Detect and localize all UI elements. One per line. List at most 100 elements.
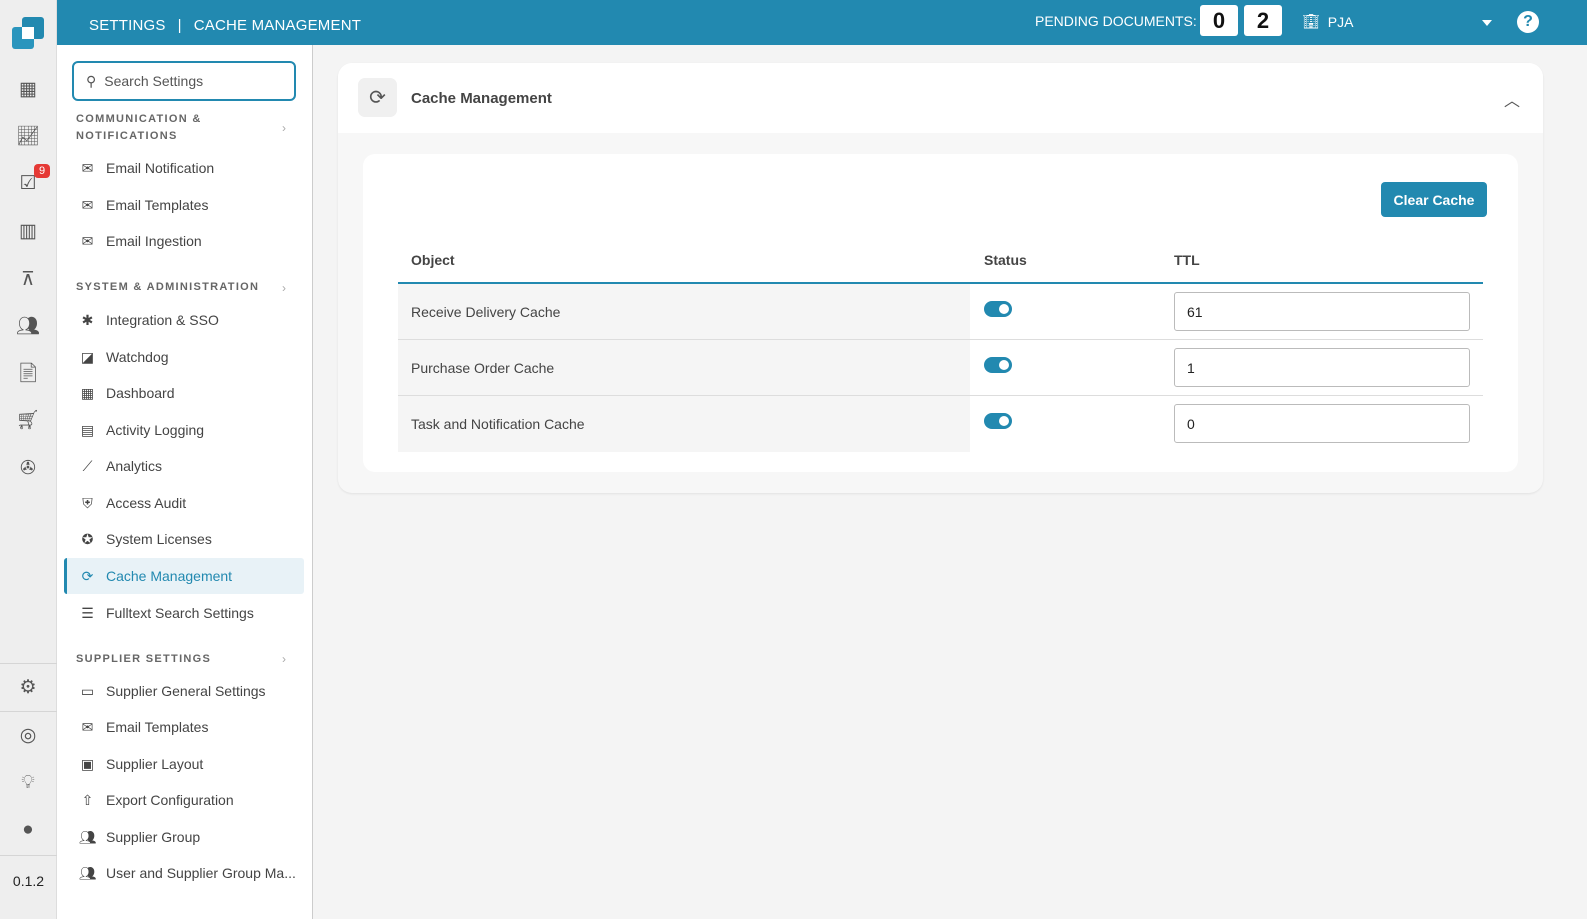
document-check-icon[interactable]: 📄︎ <box>16 361 40 385</box>
column-header-status: Status <box>984 252 1027 268</box>
section-communication[interactable]: COMMUNICATION & NOTIFICATIONS <box>76 111 216 145</box>
help-icon[interactable]: ? <box>1517 11 1539 33</box>
panel-header[interactable]: ⟳ Cache Management ︿ <box>338 63 1543 133</box>
breadcrumb: SETTINGS | CACHE MANAGEMENT <box>89 17 362 34</box>
section-supplier[interactable]: SUPPLIER SETTINGS <box>76 651 211 668</box>
sidebar-item-integration[interactable]: ✱ Integration & SSO <box>64 302 304 338</box>
version-label: 0.1.2 <box>12 873 45 889</box>
sidebar-item-watchdog[interactable]: ◪ Watchdog <box>64 339 304 375</box>
item-label: Access Audit <box>106 495 187 511</box>
users-icon[interactable]: 👥︎ <box>16 314 40 338</box>
item-label: Dashboard <box>106 385 175 401</box>
sidebar-item-supplier-general[interactable]: ▭ Supplier General Settings <box>64 673 304 709</box>
lightbulb-icon[interactable]: 💡︎ <box>16 771 40 795</box>
search-input[interactable]: ⚲ Search Settings <box>72 61 296 101</box>
sync-icon: ⟳ <box>81 567 94 584</box>
search-placeholder: Search Settings <box>104 73 204 89</box>
divider <box>0 711 57 712</box>
table-row: Task and Notification Cache <box>398 396 1483 452</box>
brand-icon[interactable]: ✇ <box>16 456 40 480</box>
panel-title: Cache Management <box>411 90 552 107</box>
item-label: Email Templates <box>106 197 209 213</box>
sidebar-item-dashboard[interactable]: ▦ Dashboard <box>64 375 304 411</box>
gear-icon[interactable]: ⚙ <box>16 675 40 699</box>
shield-icon: ⛨ <box>82 494 93 511</box>
item-label: Email Templates <box>106 719 209 735</box>
sidebar-item-cache-management[interactable]: ⟳ Cache Management <box>64 558 304 594</box>
group-icon: 👥︎ <box>78 828 97 845</box>
table-row: Purchase Order Cache <box>398 340 1483 396</box>
item-label: Supplier General Settings <box>106 683 266 699</box>
chevron-right-icon[interactable]: › <box>282 121 286 135</box>
pending-digit: 2 <box>1244 5 1282 36</box>
sidebar-item-supplier-group[interactable]: 👥︎ Supplier Group <box>64 819 304 855</box>
sidebar-item-supplier-email-templates[interactable]: ✉ Email Templates <box>64 709 304 745</box>
object-name: Purchase Order Cache <box>398 340 970 395</box>
clear-cache-button[interactable]: Clear Cache <box>1381 182 1487 217</box>
pending-digit: 0 <box>1200 5 1238 36</box>
settings-sidebar: ⚲ Search Settings COMMUNICATION & NOTIFIC… <box>57 45 313 919</box>
sync-icon: ⟳ <box>358 78 397 117</box>
sidebar-item-email-ingestion[interactable]: ✉ Email Ingestion <box>64 223 304 259</box>
app-logo[interactable] <box>12 17 44 49</box>
support-icon[interactable]: ◎ <box>16 723 40 747</box>
table-row: Receive Delivery Cache <box>398 284 1483 340</box>
hierarchy-icon[interactable]: ⊼ <box>16 267 40 291</box>
chevron-down-icon[interactable] <box>1482 20 1492 31</box>
line-chart-icon[interactable]: 📈︎ <box>16 124 40 148</box>
icon-rail: ▦ 📈︎ ☑ 9 ▥ ⊼ 👥︎ 📄︎ 🛒︎ ✇ ⚙ ◎ 💡︎ ● 0.1.2 <box>0 0 57 919</box>
item-label: Analytics <box>106 458 163 474</box>
status-toggle[interactable] <box>984 357 1012 373</box>
license-icon: ✪ <box>81 530 94 547</box>
status-toggle[interactable] <box>984 301 1012 317</box>
sidebar-item-export-configuration[interactable]: ⇧ Export Configuration <box>64 782 304 818</box>
bar-chart-icon[interactable]: ▥ <box>16 219 40 243</box>
layout-icon: ▣ <box>80 755 95 772</box>
item-label: User and Supplier Group Ma... <box>106 865 296 881</box>
log-search-icon: ▤ <box>80 421 95 438</box>
building-icon: 🏢︎ <box>1302 13 1320 29</box>
section-system[interactable]: SYSTEM & ADMINISTRATION <box>76 279 259 296</box>
ttl-input[interactable] <box>1174 348 1470 387</box>
item-label: Email Ingestion <box>106 233 202 249</box>
account-icon[interactable]: ● <box>16 818 40 842</box>
breadcrumb-settings[interactable]: SETTINGS <box>89 17 166 34</box>
column-header-ttl: TTL <box>1174 252 1200 268</box>
item-label: Email Notification <box>106 160 215 176</box>
divider <box>0 855 57 856</box>
item-label: Export Configuration <box>106 792 234 808</box>
ttl-input[interactable] <box>1174 404 1470 443</box>
breadcrumb-page: CACHE MANAGEMENT <box>193 17 362 34</box>
item-label: Supplier Group <box>106 829 201 845</box>
sidebar-item-system-licenses[interactable]: ✪ System Licenses <box>64 521 304 557</box>
status-toggle[interactable] <box>984 413 1012 429</box>
dashboard-icon: ▦ <box>80 384 95 401</box>
store-icon: ▭ <box>80 682 95 699</box>
sidebar-item-fulltext-search[interactable]: ☰ Fulltext Search Settings <box>64 595 304 631</box>
cart-icon[interactable]: 🛒︎ <box>16 408 40 432</box>
mail-forward-icon: ✉ <box>81 232 94 249</box>
mail-edit-icon: ✉ <box>81 196 94 213</box>
item-label: Fulltext Search Settings <box>106 605 254 621</box>
org-selector[interactable]: 🏢︎ PJA <box>1302 13 1353 30</box>
sidebar-item-email-notification[interactable]: ✉ Email Notification <box>64 150 304 186</box>
sidebar-item-email-templates[interactable]: ✉ Email Templates <box>64 187 304 223</box>
item-label: Watchdog <box>106 349 169 365</box>
line-chart-icon: ⟋ <box>82 457 93 474</box>
sidebar-item-analytics[interactable]: ⟋ Analytics <box>64 448 304 484</box>
top-bar: SETTINGS | CACHE MANAGEMENT PENDING DOCUME… <box>57 0 1587 45</box>
sidebar-item-user-supplier-group[interactable]: 👥︎ User and Supplier Group Ma... <box>64 855 304 891</box>
group-swap-icon: 👥︎ <box>78 864 97 881</box>
chevron-up-icon[interactable]: ︿ <box>1504 87 1520 111</box>
object-name: Task and Notification Cache <box>398 396 970 452</box>
sidebar-item-access-audit[interactable]: ⛨ Access Audit <box>64 485 304 521</box>
chevron-right-icon[interactable]: › <box>282 281 286 295</box>
sidebar-item-supplier-layout[interactable]: ▣ Supplier Layout <box>64 746 304 782</box>
dashboard-icon[interactable]: ▦ <box>16 77 40 101</box>
ttl-input[interactable] <box>1174 292 1470 331</box>
sidebar-item-activity-logging[interactable]: ▤ Activity Logging <box>64 412 304 448</box>
object-name: Receive Delivery Cache <box>398 284 970 339</box>
search-icon: ⚲ <box>86 72 97 89</box>
org-name: PJA <box>1327 13 1354 30</box>
chevron-right-icon[interactable]: › <box>282 652 286 666</box>
